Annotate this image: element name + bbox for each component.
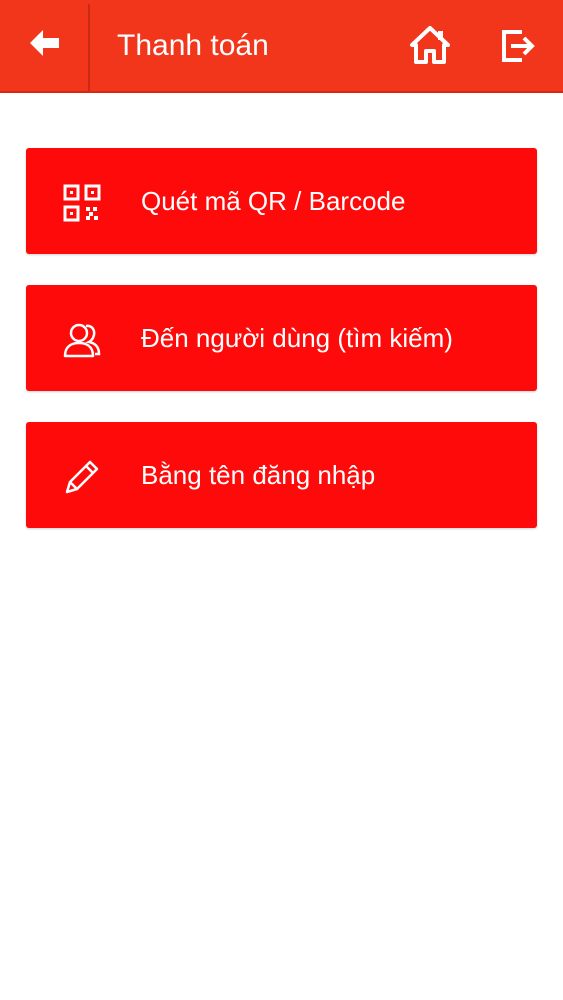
- scan-qr-label: Quét mã QR / Barcode: [141, 186, 406, 216]
- payment-screen: Thanh toán Quét mã QR / Barcode Đến ngườ…: [0, 0, 563, 1000]
- page-title: Thanh toán: [117, 29, 269, 62]
- header-divider: [88, 4, 90, 91]
- home-icon: [409, 25, 451, 70]
- payment-options: Quét mã QR / Barcode Đến người dùng (tìm…: [26, 148, 537, 559]
- logout-icon: [500, 29, 536, 68]
- by-username-button[interactable]: Bằng tên đăng nhập: [26, 422, 537, 528]
- users-icon: [62, 320, 102, 360]
- logout-button[interactable]: [496, 26, 540, 70]
- qr-code-icon: [62, 183, 102, 223]
- pencil-icon: [62, 457, 102, 497]
- scan-qr-button[interactable]: Quét mã QR / Barcode: [26, 148, 537, 254]
- home-button[interactable]: [405, 22, 455, 72]
- arrow-left-icon: [27, 28, 61, 63]
- by-username-label: Bằng tên đăng nhập: [141, 460, 376, 490]
- search-user-button[interactable]: Đến người dùng (tìm kiếm): [26, 285, 537, 391]
- back-button[interactable]: [0, 0, 88, 91]
- app-header: Thanh toán: [0, 0, 563, 93]
- search-user-label: Đến người dùng (tìm kiếm): [141, 323, 453, 353]
